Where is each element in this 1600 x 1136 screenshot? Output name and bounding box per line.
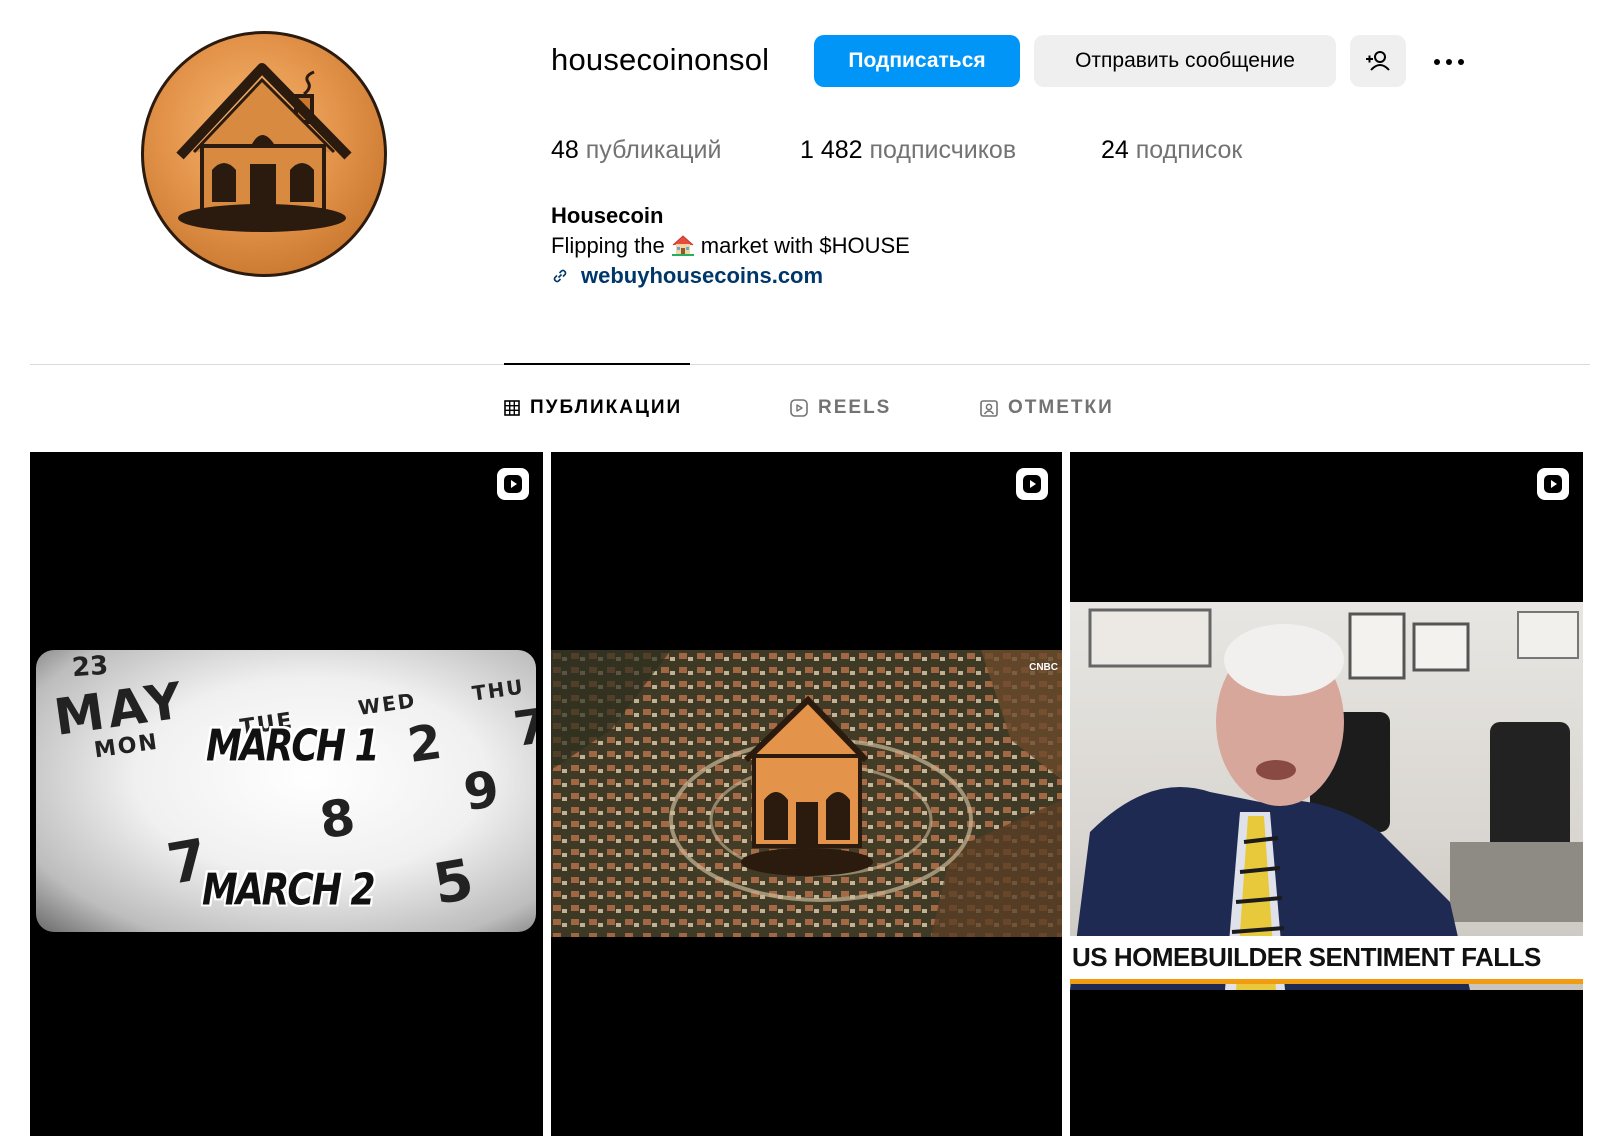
reel-icon bbox=[1016, 468, 1048, 500]
tabs-divider bbox=[30, 364, 1590, 365]
post-tile[interactable]: 23 MAY MON TUE WED THU 2 7 8 9 7 5 MARCH… bbox=[30, 452, 543, 1136]
calendar-number: 8 bbox=[316, 787, 359, 851]
calendar-image: 23 MAY MON TUE WED THU 2 7 8 9 7 5 MARCH… bbox=[36, 650, 536, 932]
following-count-label: подписок bbox=[1135, 136, 1243, 164]
follow-button[interactable]: Подписаться bbox=[814, 35, 1020, 87]
calendar-number: 9 bbox=[460, 759, 503, 823]
calendar-number: 7 bbox=[510, 697, 536, 759]
following-count[interactable]: 24 подписок bbox=[1101, 136, 1242, 165]
tab-tagged-label: ОТМЕТКИ bbox=[1008, 397, 1114, 418]
interview-scene bbox=[1070, 608, 1583, 990]
profile-avatar[interactable] bbox=[141, 31, 387, 277]
tab-reels[interactable]: REELS bbox=[790, 397, 891, 419]
posts-count-label: публикаций bbox=[585, 136, 722, 164]
reels-icon bbox=[790, 399, 808, 417]
tab-posts[interactable]: ПУБЛИКАЦИИ bbox=[504, 397, 682, 419]
calendar-number: 23 bbox=[70, 650, 110, 684]
grid-icon bbox=[504, 400, 520, 416]
tab-posts-label: ПУБЛИКАЦИИ bbox=[530, 397, 683, 418]
post-tile[interactable]: CNBC bbox=[551, 452, 1062, 1136]
suggested-users-button[interactable] bbox=[1350, 35, 1406, 87]
news-interview-image bbox=[1070, 602, 1583, 990]
followers-count-value: 1 482 bbox=[800, 136, 863, 164]
house-emoji-icon bbox=[671, 235, 694, 256]
add-user-icon bbox=[1366, 51, 1390, 71]
bio-link[interactable]: webuyhousecoins.com bbox=[551, 263, 823, 289]
neighborhood-scene bbox=[551, 650, 1062, 937]
bio-text: Flipping the market with $HOUSE bbox=[551, 233, 910, 259]
tab-tagged[interactable]: ОТМЕТКИ bbox=[980, 397, 1114, 419]
tagged-icon bbox=[980, 400, 998, 417]
house-logo bbox=[176, 63, 352, 232]
bio-text-before: Flipping the bbox=[551, 233, 665, 258]
link-icon bbox=[553, 269, 567, 283]
reel-icon bbox=[1537, 468, 1569, 500]
following-count-value: 24 bbox=[1101, 136, 1129, 164]
overlay-march-1: MARCH 1 bbox=[206, 721, 380, 772]
tab-reels-label: REELS bbox=[818, 397, 892, 418]
calendar-number: 5 bbox=[428, 847, 479, 918]
post-tile[interactable]: US HOMEBUILDER SENTIMENT FALLS bbox=[1070, 452, 1583, 1136]
bio-text-after: market with $HOUSE bbox=[700, 233, 910, 258]
profile-username: housecoinonsol bbox=[551, 42, 770, 77]
aerial-neighborhood-image: CNBC bbox=[551, 650, 1062, 937]
bio-link-text: webuyhousecoins.com bbox=[581, 263, 824, 288]
more-options-button[interactable] bbox=[1424, 44, 1474, 80]
posts-count-value: 48 bbox=[551, 136, 579, 164]
followers-count[interactable]: 1 482 подписчиков bbox=[800, 136, 1016, 165]
posts-count: 48 публикаций bbox=[551, 136, 721, 165]
news-headline: US HOMEBUILDER SENTIMENT FALLS bbox=[1070, 936, 1583, 984]
overlay-march-2: MARCH 2 bbox=[202, 865, 376, 916]
calendar-number: 2 bbox=[404, 713, 446, 775]
followers-count-label: подписчиков bbox=[869, 136, 1017, 164]
active-tab-indicator bbox=[504, 363, 690, 365]
more-icon bbox=[1431, 59, 1467, 65]
channel-logo: CNBC bbox=[1029, 662, 1058, 673]
reel-icon bbox=[497, 468, 529, 500]
bio-name: Housecoin bbox=[551, 203, 664, 228]
calendar-day: WED bbox=[356, 688, 418, 720]
send-message-button[interactable]: Отправить сообщение bbox=[1034, 35, 1336, 87]
